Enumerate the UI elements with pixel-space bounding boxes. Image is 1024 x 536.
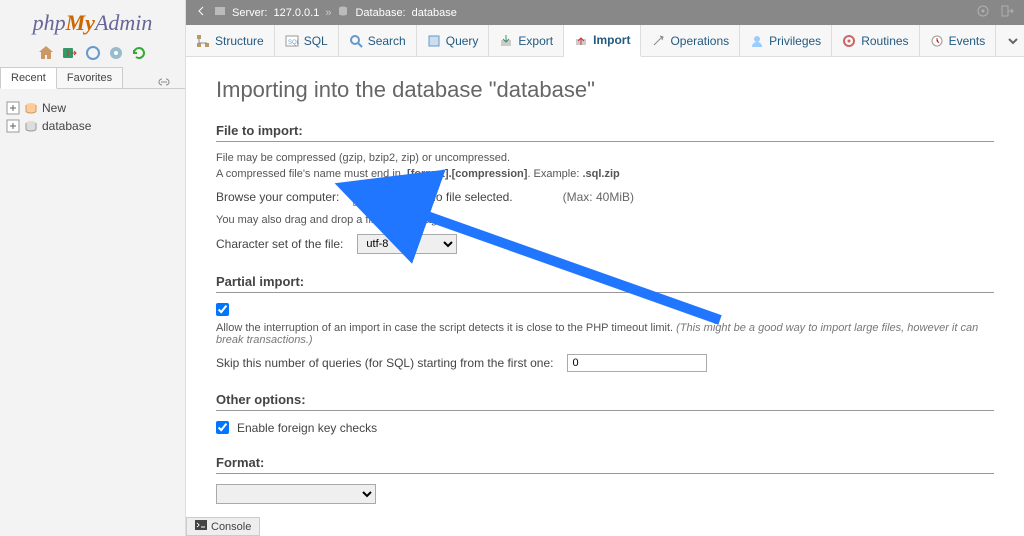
console-icon	[195, 520, 207, 533]
tab-routines[interactable]: Routines	[832, 25, 919, 56]
browse-label: Browse your computer:	[216, 190, 339, 204]
tab-export[interactable]: Export	[489, 25, 564, 56]
gear-icon[interactable]	[976, 4, 990, 21]
tree-new[interactable]: New	[6, 99, 179, 117]
hint-name: A compressed file's name must end in .[f…	[216, 168, 994, 180]
events-icon	[930, 34, 944, 48]
max-size: (Max: 40MiB)	[563, 190, 634, 204]
skip-input[interactable]	[567, 354, 707, 372]
section-format: Format:	[216, 455, 994, 474]
export-icon	[499, 34, 513, 48]
db-icon	[24, 119, 38, 133]
new-db-icon	[24, 101, 38, 115]
no-file-text: No file selected.	[427, 190, 512, 204]
tree-new-label: New	[42, 101, 66, 115]
section-file: File to import:	[216, 123, 994, 142]
logo-my: My	[66, 10, 95, 35]
tab-query[interactable]: Query	[417, 25, 490, 56]
search-icon	[349, 34, 363, 48]
nav-left-icon[interactable]	[196, 5, 208, 20]
page-title: Importing into the database "database"	[216, 77, 994, 103]
db-tree: New database	[0, 89, 185, 145]
db-icon	[337, 5, 349, 20]
charset-label: Character set of the file:	[216, 237, 343, 251]
section-other: Other options:	[216, 392, 994, 411]
tab-recent[interactable]: Recent	[0, 67, 57, 89]
sidebar-icon-row	[0, 41, 185, 67]
expand-icon[interactable]	[6, 119, 20, 133]
breadcrumb: Server: 127.0.0.1 » Database: database	[186, 0, 1024, 25]
privileges-icon	[750, 34, 764, 48]
reload-icon[interactable]	[131, 45, 147, 61]
section-partial: Partial import:	[216, 274, 994, 293]
hint-compress: File may be compressed (gzip, bzip2, zip…	[216, 152, 994, 164]
tree-db[interactable]: database	[6, 117, 179, 135]
bc-sep: »	[325, 7, 331, 19]
format-select[interactable]	[216, 484, 376, 504]
hint-drag: You may also drag and drop a file on any…	[216, 214, 994, 226]
console-toggle[interactable]: Console	[186, 517, 260, 536]
collapse-icon	[6, 101, 20, 115]
svg-text:SQL: SQL	[288, 40, 299, 46]
settings-icon[interactable]	[108, 45, 124, 61]
home-icon[interactable]	[38, 45, 54, 61]
content: Importing into the database "database" F…	[186, 57, 1024, 535]
tree-db-label: database	[42, 119, 91, 133]
server-icon	[214, 5, 226, 20]
more-icon	[1006, 34, 1020, 48]
docs-icon[interactable]	[85, 45, 101, 61]
tab-sql[interactable]: SQLSQL	[275, 25, 339, 56]
browse-button[interactable]: Browse...	[353, 188, 417, 206]
fk-checkbox[interactable]	[216, 421, 229, 434]
bc-db[interactable]: database	[412, 7, 457, 19]
link-icon[interactable]	[157, 76, 171, 90]
logo-php: php	[33, 10, 66, 35]
allow-interrupt-checkbox[interactable]	[216, 303, 229, 316]
routines-icon	[842, 34, 856, 48]
skip-label: Skip this number of queries (for SQL) st…	[216, 356, 553, 370]
tab-events[interactable]: Events	[920, 25, 997, 56]
console-label: Console	[211, 521, 251, 533]
sql-icon: SQL	[285, 34, 299, 48]
navbar: Structure SQLSQL Search Query Export Imp…	[186, 25, 1024, 57]
bc-db-label: Database:	[355, 7, 405, 19]
tab-search[interactable]: Search	[339, 25, 417, 56]
structure-icon	[196, 34, 210, 48]
tab-import[interactable]: Import	[564, 25, 641, 57]
exit-icon[interactable]	[1000, 4, 1014, 21]
bc-server[interactable]: 127.0.0.1	[273, 7, 319, 19]
logo[interactable]: phpMyAdmin	[0, 0, 185, 41]
tab-operations[interactable]: Operations	[641, 25, 740, 56]
logo-admin: Admin	[95, 10, 152, 35]
logout-icon[interactable]	[61, 45, 77, 61]
allow-interrupt-text: Allow the interruption of an import in c…	[216, 322, 994, 346]
tab-privileges[interactable]: Privileges	[740, 25, 832, 56]
charset-select[interactable]: utf-8	[357, 234, 457, 254]
tab-more[interactable]: More	[996, 25, 1024, 56]
bc-server-label: Server:	[232, 7, 267, 19]
import-icon	[574, 33, 588, 47]
query-icon	[427, 34, 441, 48]
tab-favorites[interactable]: Favorites	[56, 67, 123, 88]
main: Server: 127.0.0.1 » Database: database S…	[186, 0, 1024, 536]
tab-structure[interactable]: Structure	[186, 25, 275, 56]
operations-icon	[651, 34, 665, 48]
fk-label: Enable foreign key checks	[237, 421, 377, 435]
sidebar: phpMyAdmin Recent Favorites New database	[0, 0, 186, 536]
